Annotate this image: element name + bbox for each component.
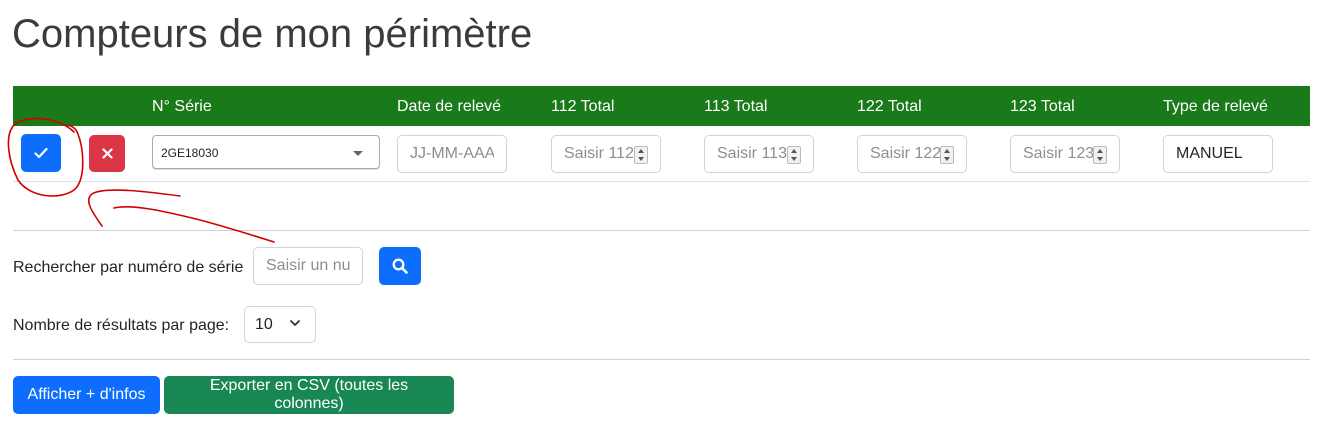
table-row: 2GE18030 [13, 126, 1310, 182]
chevron-down-icon [290, 320, 300, 326]
spinner-icon[interactable] [634, 146, 648, 164]
total-112-field [551, 135, 661, 173]
column-header-112-total: 112 Total [551, 98, 615, 115]
caret-down-icon [353, 151, 363, 156]
page-size-value: 10 [255, 316, 273, 333]
total-123-field [1010, 135, 1120, 173]
export-csv-button[interactable]: Exporter en CSV (toutes les colonnes) [164, 376, 454, 414]
column-header-113-total: 113 Total [704, 98, 768, 115]
total-113-field [704, 135, 814, 173]
divider [13, 230, 1310, 231]
search-icon [392, 258, 408, 274]
search-input[interactable] [253, 247, 363, 285]
page-title: Compteurs de mon périmètre [12, 12, 533, 56]
total-122-field [857, 135, 967, 173]
page-size-label: Nombre de résultats par page: [13, 317, 230, 334]
column-header-type: Type de relevé [1163, 98, 1268, 115]
type-input[interactable] [1163, 135, 1273, 173]
column-header-123-total: 123 Total [1010, 98, 1075, 115]
column-header-date: Date de relevé [397, 98, 502, 115]
column-header-122-total: 122 Total [857, 98, 922, 115]
serial-select[interactable]: 2GE18030 [152, 135, 380, 169]
table-header: N° Série Date de relevé 112 Total 113 To… [13, 86, 1310, 126]
page-size-select[interactable]: 10 [244, 306, 316, 343]
spinner-icon[interactable] [940, 146, 954, 164]
cancel-button[interactable] [89, 135, 125, 172]
date-input[interactable] [397, 135, 507, 173]
validate-button[interactable] [21, 134, 61, 172]
check-icon [34, 147, 48, 159]
more-info-button[interactable]: Afficher + d'infos [13, 376, 160, 414]
close-icon [101, 148, 113, 159]
spinner-icon[interactable] [787, 146, 801, 164]
search-button[interactable] [379, 247, 421, 285]
divider [13, 359, 1310, 360]
search-label: Rechercher par numéro de série [13, 259, 244, 276]
spinner-icon[interactable] [1093, 146, 1107, 164]
column-header-serial: N° Série [152, 98, 212, 115]
serial-select-value: 2GE18030 [161, 146, 219, 160]
